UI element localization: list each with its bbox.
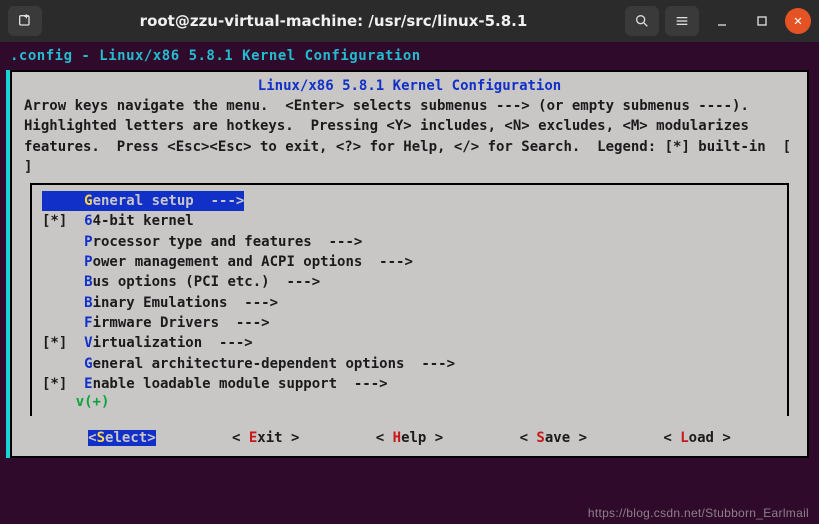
submenu-arrow-icon: ---> (219, 333, 253, 353)
box-title: Linux/x86 5.8.1 Kernel Configuration (20, 78, 799, 94)
search-button[interactable] (625, 6, 659, 36)
menu-label: inary Emulations (93, 293, 245, 313)
menu-label: eneral architecture-dependent options (93, 354, 422, 374)
menu-label: rocessor type and features (93, 232, 329, 252)
button-pre: < (232, 430, 249, 446)
menu-item-2[interactable]: Processor type and features ---> (42, 232, 777, 252)
submenu-arrow-icon: ---> (244, 293, 278, 313)
action-button-2[interactable]: < Help > (376, 430, 443, 446)
button-post: oad > (689, 430, 731, 446)
button-pre: < (88, 430, 96, 446)
menu-label: nable loadable module support (93, 374, 354, 394)
button-pre: < (376, 430, 393, 446)
submenu-arrow-icon: ---> (236, 313, 270, 333)
button-post: ave > (545, 430, 587, 446)
menu-mark (42, 191, 84, 211)
button-hotkey: L (680, 430, 688, 446)
maximize-icon (754, 13, 770, 29)
more-indicator: v(+) (42, 394, 777, 410)
menu-item-5[interactable]: Binary Emulations ---> (42, 293, 777, 313)
menu-hotkey: B (84, 272, 92, 292)
submenu-arrow-icon: ---> (354, 374, 388, 394)
button-hotkey: S (97, 430, 105, 446)
help-text: Arrow keys navigate the menu. <Enter> se… (20, 96, 799, 183)
submenu-arrow-icon: ---> (211, 191, 245, 211)
minimize-button[interactable] (705, 6, 739, 36)
menu-mark (42, 232, 84, 252)
menu-mark (42, 272, 84, 292)
config-header: .config - Linux/x86 5.8.1 Kernel Configu… (6, 46, 813, 70)
menu-hotkey: E (84, 374, 92, 394)
close-button[interactable]: ✕ (785, 8, 811, 34)
menu-hotkey: F (84, 313, 92, 333)
menu-label: ower management and ACPI options (93, 252, 380, 272)
menu-mark (42, 354, 84, 374)
button-post: elp > (401, 430, 443, 446)
menu-hotkey: 6 (84, 211, 92, 231)
menu-label: eneral setup (93, 191, 211, 211)
menu-item-3[interactable]: Power management and ACPI options ---> (42, 252, 777, 272)
menu-item-4[interactable]: Bus options (PCI etc.) ---> (42, 272, 777, 292)
menu-mark (42, 313, 84, 333)
button-post: elect> (105, 430, 156, 446)
menu-mark (42, 293, 84, 313)
action-button-4[interactable]: < Load > (663, 430, 730, 446)
box-edge-decoration (6, 70, 10, 458)
window-title: root@zzu-virtual-machine: /usr/src/linux… (50, 12, 617, 30)
menu-mark: [*] (42, 374, 84, 394)
menu-label: us options (PCI etc.) (93, 272, 287, 292)
new-tab-button[interactable] (8, 6, 42, 36)
terminal-area[interactable]: .config - Linux/x86 5.8.1 Kernel Configu… (0, 42, 819, 524)
menu-mark (42, 252, 84, 272)
menu-hotkey: G (84, 354, 92, 374)
menu-item-1[interactable]: [*] 64-bit kernel (42, 211, 777, 231)
hamburger-icon (674, 13, 690, 29)
menu-item-0[interactable]: General setup ---> (42, 191, 777, 211)
menu-item-6[interactable]: Firmware Drivers ---> (42, 313, 777, 333)
menu-button[interactable] (665, 6, 699, 36)
menu-hotkey: P (84, 232, 92, 252)
menu-item-9[interactable]: [*] Enable loadable module support ---> (42, 374, 777, 394)
menu-mark: [*] (42, 211, 84, 231)
watermark-text: https://blog.csdn.net/Stubborn_Earlmail (588, 506, 809, 520)
action-button-0[interactable]: <Select> (88, 430, 155, 446)
button-pre: < (520, 430, 537, 446)
menu-hotkey: P (84, 252, 92, 272)
action-button-1[interactable]: < Exit > (232, 430, 299, 446)
maximize-button[interactable] (745, 6, 779, 36)
window-titlebar: root@zzu-virtual-machine: /usr/src/linux… (0, 0, 819, 42)
minimize-icon (714, 13, 730, 29)
action-button-3[interactable]: < Save > (520, 430, 587, 446)
submenu-arrow-icon: ---> (286, 272, 320, 292)
menu-mark: [*] (42, 333, 84, 353)
menu-hotkey: V (84, 333, 92, 353)
search-icon (634, 13, 650, 29)
submenu-arrow-icon: ---> (329, 232, 363, 252)
menu-hotkey: G (84, 191, 92, 211)
submenu-arrow-icon: ---> (379, 252, 413, 272)
button-bar: <Select>< Exit >< Help >< Save >< Load > (20, 416, 799, 446)
menu-label: irmware Drivers (93, 313, 236, 333)
menu-item-8[interactable]: General architecture-dependent options -… (42, 354, 777, 374)
button-hotkey: E (249, 430, 257, 446)
button-hotkey: S (536, 430, 544, 446)
button-pre: < (663, 430, 680, 446)
button-post: xit > (257, 430, 299, 446)
menuconfig-box: Linux/x86 5.8.1 Kernel Configuration Arr… (10, 70, 809, 458)
menu-label: 4-bit kernel (93, 211, 194, 231)
close-icon: ✕ (794, 13, 802, 29)
menu-item-7[interactable]: [*] Virtualization ---> (42, 333, 777, 353)
menu-hotkey: B (84, 293, 92, 313)
menu-label: irtualization (93, 333, 219, 353)
menu-list: General setup --->[*] 64-bit kernel Proc… (30, 183, 789, 416)
submenu-arrow-icon: ---> (421, 354, 455, 374)
button-hotkey: H (393, 430, 401, 446)
